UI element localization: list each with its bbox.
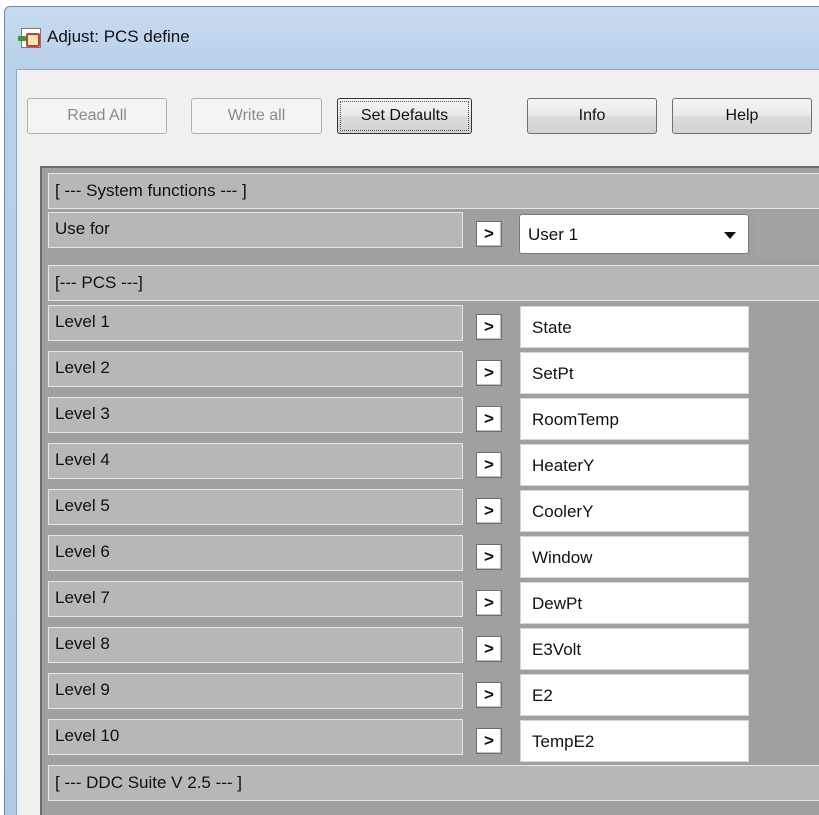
- section-header-ddc: [ --- DDC Suite V 2.5 --- ]: [48, 765, 819, 801]
- level-row: Level 4 > HeaterY: [48, 443, 819, 489]
- use-for-row: Use for > User 1: [48, 212, 819, 258]
- read-all-button[interactable]: Read All: [27, 98, 167, 134]
- level-row: Level 7 > DewPt: [48, 581, 819, 627]
- help-button[interactable]: Help: [672, 98, 812, 134]
- section-header-system: [ --- System functions --- ]: [48, 173, 819, 209]
- level-label: Level 3: [48, 397, 463, 433]
- level-value[interactable]: E3Volt: [520, 628, 749, 670]
- level-arrow-button[interactable]: >: [476, 360, 502, 386]
- info-button[interactable]: Info: [527, 98, 657, 134]
- level-arrow-button[interactable]: >: [476, 314, 502, 340]
- level-arrow-button[interactable]: >: [476, 544, 502, 570]
- property-grid: [ --- System functions --- ] Use for > U…: [40, 166, 819, 815]
- level-label: Level 8: [48, 627, 463, 663]
- level-value[interactable]: DewPt: [520, 582, 749, 624]
- level-arrow-button[interactable]: >: [476, 728, 502, 754]
- level-row: Level 5 > CoolerY: [48, 489, 819, 535]
- level-label: Level 5: [48, 489, 463, 525]
- use-for-value: User 1: [528, 225, 579, 244]
- section-header-pcs: [--- PCS ---]: [48, 265, 819, 301]
- level-value[interactable]: RoomTemp: [520, 398, 749, 440]
- use-for-label: Use for: [48, 212, 463, 248]
- level-label: Level 10: [48, 719, 463, 755]
- toolbar: Read All Write all Set Defaults Info Hel…: [17, 70, 819, 158]
- app-icon: [18, 28, 41, 48]
- adjust-window: Adjust: PCS define Read All Write all Se…: [4, 6, 819, 815]
- level-arrow-button[interactable]: >: [476, 636, 502, 662]
- level-row: Level 3 > RoomTemp: [48, 397, 819, 443]
- level-value[interactable]: E2: [520, 674, 749, 716]
- level-row: Level 8 > E3Volt: [48, 627, 819, 673]
- level-label: Level 9: [48, 673, 463, 709]
- level-label: Level 1: [48, 305, 463, 341]
- level-value[interactable]: SetPt: [520, 352, 749, 394]
- level-row: Level 1 > State: [48, 305, 819, 351]
- grid-filler: [755, 212, 819, 258]
- use-for-dropdown[interactable]: User 1: [519, 214, 749, 254]
- use-for-arrow-button[interactable]: >: [476, 221, 502, 247]
- level-label: Level 7: [48, 581, 463, 617]
- write-all-button[interactable]: Write all: [191, 98, 322, 134]
- title-bar[interactable]: Adjust: PCS define: [5, 7, 819, 69]
- level-value[interactable]: TempE2: [520, 720, 749, 762]
- level-arrow-button[interactable]: >: [476, 406, 502, 432]
- level-value[interactable]: HeaterY: [520, 444, 749, 486]
- level-label: Level 2: [48, 351, 463, 387]
- level-row: Level 9 > E2: [48, 673, 819, 719]
- level-value[interactable]: Window: [520, 536, 749, 578]
- level-arrow-button[interactable]: >: [476, 452, 502, 478]
- level-arrow-button[interactable]: >: [476, 682, 502, 708]
- client-area: Read All Write all Set Defaults Info Hel…: [16, 69, 819, 815]
- level-label: Level 4: [48, 443, 463, 479]
- window-title: Adjust: PCS define: [47, 27, 190, 46]
- level-arrow-button[interactable]: >: [476, 590, 502, 616]
- level-row: Level 6 > Window: [48, 535, 819, 581]
- level-value[interactable]: CoolerY: [520, 490, 749, 532]
- level-value[interactable]: State: [520, 306, 749, 348]
- chevron-down-icon[interactable]: [724, 232, 736, 239]
- section-row: [ --- DDC Suite V 2.5 --- ]: [48, 765, 819, 811]
- level-arrow-button[interactable]: >: [476, 498, 502, 524]
- level-label: Level 6: [48, 535, 463, 571]
- level-row: Level 2 > SetPt: [48, 351, 819, 397]
- set-defaults-button[interactable]: Set Defaults: [337, 98, 472, 134]
- level-row: Level 10 > TempE2: [48, 719, 819, 765]
